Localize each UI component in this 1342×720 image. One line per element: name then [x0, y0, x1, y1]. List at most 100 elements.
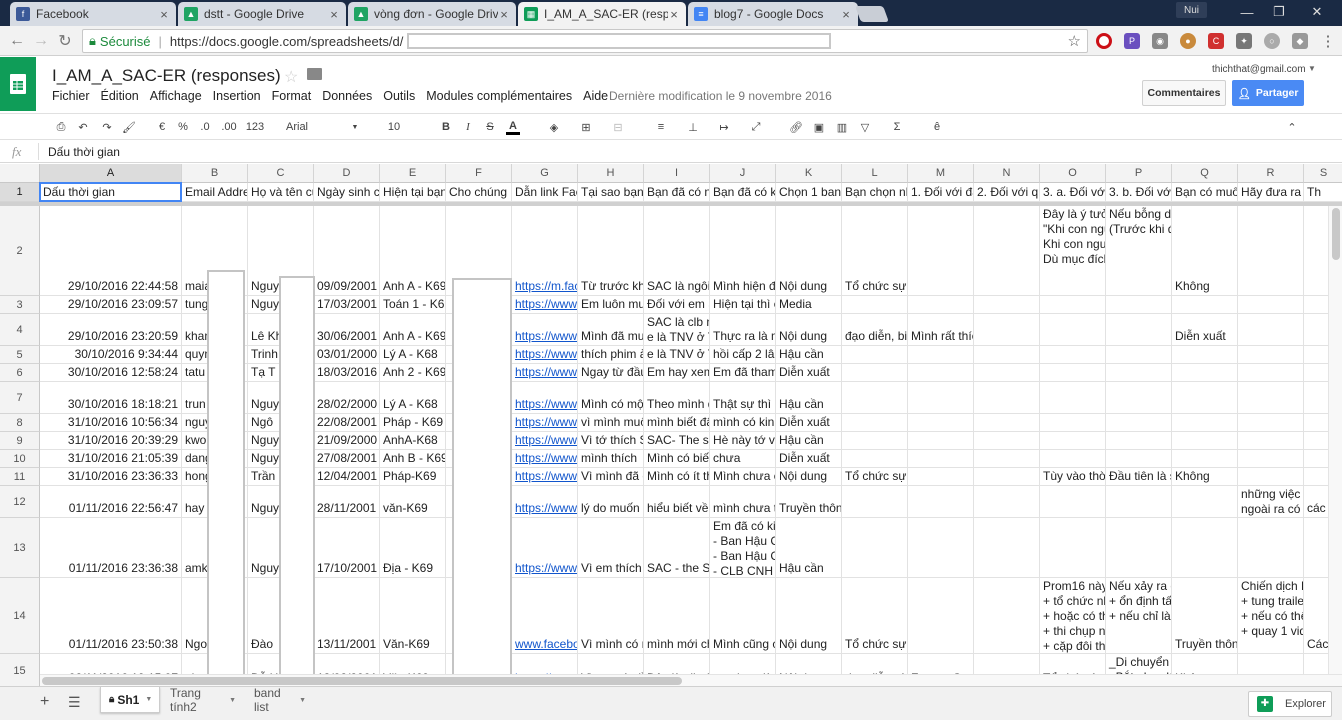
cell[interactable]: mình mới ch — [644, 578, 710, 654]
cell[interactable] — [842, 382, 908, 414]
cell[interactable]: Toán 1 - K69 — [380, 296, 446, 314]
cell[interactable] — [1040, 518, 1106, 578]
cell[interactable]: Anh 2 - K69 — [380, 364, 446, 382]
column-header[interactable]: S — [1304, 164, 1342, 183]
row-header[interactable]: 7 — [0, 382, 40, 414]
cell[interactable]: Mình chưa c — [710, 468, 776, 486]
column-header[interactable]: I — [644, 164, 710, 183]
row-header[interactable]: 6 — [0, 364, 40, 382]
cell[interactable] — [908, 432, 974, 450]
cell[interactable]: Mình hiện đ — [710, 206, 776, 296]
menu-item[interactable]: Affichage — [150, 89, 202, 103]
cell[interactable] — [974, 414, 1040, 432]
cell[interactable]: Em hay xem — [644, 364, 710, 382]
cell[interactable]: Hè này tớ vô — [710, 432, 776, 450]
cell[interactable]: Media — [776, 296, 842, 314]
cell[interactable] — [1106, 364, 1172, 382]
cell[interactable]: SAC- The se — [644, 432, 710, 450]
cell[interactable]: 30/10/2016 12:58:24 — [40, 364, 182, 382]
cell[interactable]: Bạn đã có ki — [710, 183, 776, 202]
cell[interactable]: https://www. — [512, 518, 578, 578]
browser-tab[interactable]: f Facebook × — [10, 2, 176, 26]
row-header[interactable]: 11 — [0, 468, 40, 486]
row-header[interactable]: 10 — [0, 450, 40, 468]
formula-input[interactable]: Dấu thời gian — [48, 145, 120, 159]
cell[interactable]: Họ và tên củ — [248, 183, 314, 202]
menu-item[interactable]: Fichier — [52, 89, 90, 103]
cell[interactable]: 13/11/2001 — [314, 578, 380, 654]
close-tab-icon[interactable]: × — [668, 7, 680, 22]
functions-button[interactable]: Σ — [890, 119, 904, 135]
cell[interactable]: Vì em thích — [578, 518, 644, 578]
text-wrap-icon[interactable]: ↦ — [716, 119, 732, 135]
cell[interactable]: https://www. — [512, 296, 578, 314]
cell[interactable] — [908, 296, 974, 314]
row-header[interactable]: 4 — [0, 314, 40, 346]
cell[interactable]: mình thích — [578, 450, 644, 468]
cell[interactable] — [1172, 432, 1238, 450]
frozen-row-divider[interactable] — [0, 202, 1342, 206]
browser-tab[interactable]: ▲ vòng đơn - Google Drive × — [348, 2, 516, 26]
cell[interactable]: 3. a. Đối với — [1040, 183, 1106, 202]
cell[interactable] — [974, 364, 1040, 382]
cell[interactable] — [908, 518, 974, 578]
cell[interactable]: 12/04/2001 — [314, 468, 380, 486]
cell[interactable] — [842, 518, 908, 578]
cell[interactable]: Diễn xuất — [1172, 314, 1238, 346]
cell[interactable]: Hãy đưa ra 1 — [1238, 183, 1304, 202]
shield-extension-icon[interactable]: ◆ — [1292, 33, 1308, 49]
row-header[interactable]: 1 — [0, 183, 40, 202]
cell[interactable]: Thật sự thì n — [710, 382, 776, 414]
cell[interactable] — [1172, 382, 1238, 414]
percent-button[interactable]: % — [176, 119, 190, 135]
cell[interactable]: 03/01/2000 — [314, 346, 380, 364]
cell[interactable]: 31/10/2016 23:36:33 — [40, 468, 182, 486]
cell[interactable] — [1106, 450, 1172, 468]
cell[interactable] — [1172, 486, 1238, 518]
cell[interactable]: 3. b. Đối với — [1106, 183, 1172, 202]
browser-tab[interactable]: ▦ I_AM_A_SAC-ER (respons× — [518, 2, 686, 26]
all-sheets-icon[interactable]: ☰ — [68, 694, 81, 711]
back-icon[interactable]: ← — [8, 32, 26, 50]
cell[interactable] — [842, 346, 908, 364]
cell[interactable] — [1040, 346, 1106, 364]
cell[interactable]: Em đã có kin - Ban Hậu C - Ban Hậu C - C… — [710, 518, 776, 578]
cell[interactable]: Mình cũng c — [710, 578, 776, 654]
cell[interactable] — [1040, 382, 1106, 414]
cell[interactable]: 2. Đối với qu — [974, 183, 1040, 202]
cell[interactable]: Mình có biết — [644, 450, 710, 468]
column-header[interactable]: E — [380, 164, 446, 183]
vertical-scrollbar[interactable] — [1328, 206, 1342, 686]
cell[interactable]: Lý A - K68 — [380, 382, 446, 414]
cell[interactable]: Tổ chức sự kiện — [842, 578, 908, 654]
browser-user-chip[interactable]: Nui — [1176, 2, 1208, 18]
minimize-icon[interactable]: — — [1232, 0, 1262, 24]
cell[interactable]: Lý A - K68 — [380, 346, 446, 364]
merge-cells-icon[interactable]: ⊟ — [608, 119, 628, 135]
close-tab-icon[interactable]: × — [840, 7, 852, 22]
cell[interactable]: 30/06/2001 — [314, 314, 380, 346]
column-header[interactable]: Q — [1172, 164, 1238, 183]
maximize-icon[interactable]: ❐ — [1264, 0, 1294, 24]
cell[interactable]: Bạn có muốn — [1172, 183, 1238, 202]
strikethrough-button[interactable]: S — [484, 119, 496, 135]
cell[interactable]: 29/10/2016 22:44:58 — [40, 206, 182, 296]
cell[interactable]: Pháp - K69 — [380, 414, 446, 432]
cell[interactable] — [1040, 314, 1106, 346]
comments-button[interactable]: Commentaires — [1142, 80, 1226, 106]
cell[interactable]: https://www. — [512, 346, 578, 364]
row-header[interactable]: 15 — [0, 654, 40, 686]
cell[interactable]: Nếu bỗng du (Trước khi đ — [1106, 206, 1172, 296]
cell[interactable] — [1238, 450, 1304, 468]
cell[interactable] — [908, 382, 974, 414]
cell[interactable]: 21/09/2000 — [314, 432, 380, 450]
cell[interactable]: Bạn chọn nh — [842, 183, 908, 202]
cell[interactable]: Dẫn link Fac — [512, 183, 578, 202]
column-header[interactable]: G — [512, 164, 578, 183]
cell[interactable]: Hậu cần — [776, 346, 842, 364]
column-header[interactable]: K — [776, 164, 842, 183]
cell[interactable]: https://www. — [512, 314, 578, 346]
fill-color-icon[interactable]: ◈ — [546, 119, 562, 135]
cell[interactable]: Đầu tiên là s — [1106, 468, 1172, 486]
cell[interactable] — [1040, 364, 1106, 382]
